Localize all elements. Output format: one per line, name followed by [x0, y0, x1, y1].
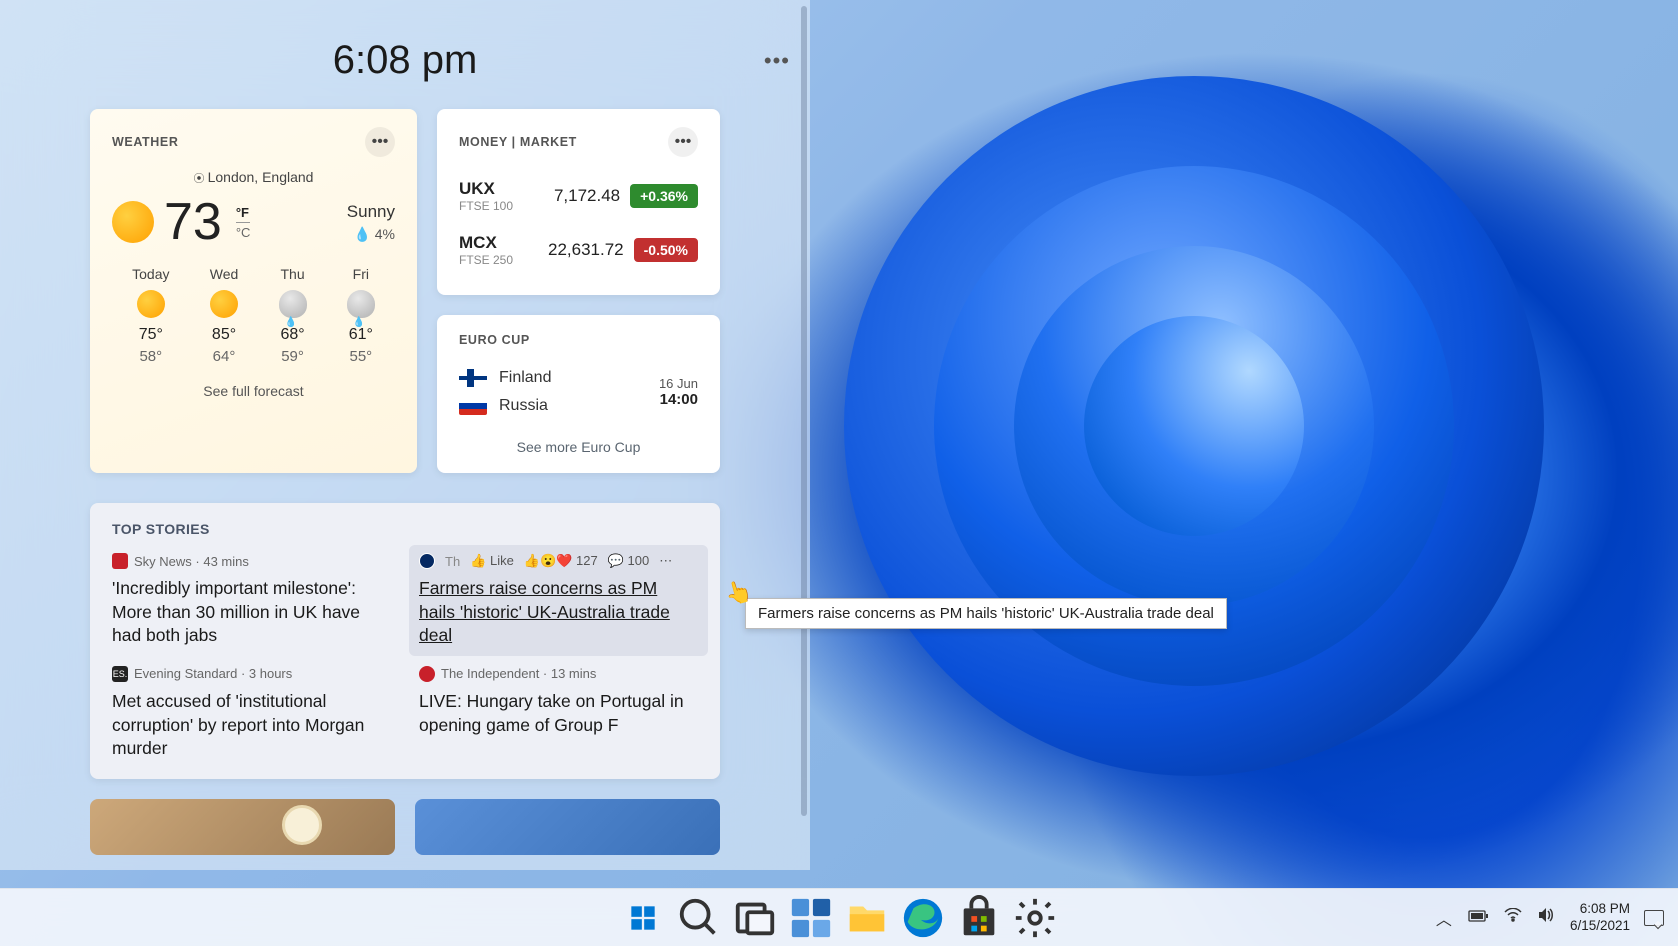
- notifications-button[interactable]: [1644, 910, 1664, 926]
- edge-button[interactable]: [900, 895, 946, 941]
- team-row: Russia: [459, 397, 551, 415]
- sun-icon: [137, 290, 165, 318]
- scrollbar[interactable]: [801, 6, 807, 816]
- weather-condition: Sunny 💧 4%: [347, 202, 395, 243]
- reactions-count[interactable]: 👍😮❤️ 127: [524, 553, 598, 569]
- store-button[interactable]: [956, 895, 1002, 941]
- search-button[interactable]: [676, 895, 722, 941]
- task-view-button[interactable]: [732, 895, 778, 941]
- temp-unit-toggle[interactable]: °F °C: [236, 205, 251, 240]
- money-widget[interactable]: MONEY | MARKET ••• UKXFTSE 100 7,172.48+…: [437, 109, 720, 295]
- panel-menu-button[interactable]: •••: [764, 48, 790, 74]
- rain-icon: [347, 290, 375, 318]
- flag-finland-icon: [459, 369, 487, 387]
- news-story[interactable]: Sky News · 43 mins'Incredibly important …: [112, 553, 391, 648]
- money-title: MONEY | MARKET: [459, 135, 577, 149]
- current-temp: 73: [164, 196, 222, 248]
- widgets-button[interactable]: [788, 895, 834, 941]
- start-button[interactable]: [620, 895, 666, 941]
- settings-button[interactable]: [1012, 895, 1058, 941]
- rain-icon: [279, 290, 307, 318]
- wifi-icon[interactable]: [1504, 908, 1522, 927]
- team-row: Finland: [459, 369, 551, 387]
- forecast-day[interactable]: Wed85°64°: [210, 266, 239, 365]
- full-forecast-link[interactable]: See full forecast: [112, 383, 395, 399]
- sun-icon: [112, 201, 154, 243]
- source-badge-icon: [419, 666, 435, 682]
- sports-title: EURO CUP: [459, 333, 530, 347]
- news-story[interactable]: The Independent · 13 minsLIVE: Hungary t…: [419, 666, 698, 761]
- story-headline: LIVE: Hungary take on Portugal in openin…: [419, 690, 698, 737]
- weather-more-button[interactable]: •••: [365, 127, 395, 157]
- source-badge-icon: [419, 553, 435, 569]
- weather-location: London, England: [112, 169, 395, 186]
- source-badge-icon: [112, 553, 128, 569]
- weather-widget[interactable]: WEATHER ••• London, England 73 °F °C Sun…: [90, 109, 417, 473]
- sun-icon: [210, 290, 238, 318]
- forecast-day[interactable]: Thu68°59°: [279, 266, 307, 365]
- source-badge-icon: ES.: [112, 666, 128, 682]
- file-explorer-button[interactable]: [844, 895, 890, 941]
- sports-more-link[interactable]: See more Euro Cup: [459, 439, 698, 455]
- news-story[interactable]: ES. Evening Standard · 3 hoursMet accuse…: [112, 666, 391, 761]
- top-stories-widget[interactable]: TOP STORIES Sky News · 43 mins'Incredibl…: [90, 503, 720, 779]
- taskbar: ︿ 6:08 PM 6/15/2021: [0, 888, 1678, 946]
- story-headline: Met accused of 'institutional corruption…: [112, 690, 391, 761]
- story-headline: 'Incredibly important milestone': More t…: [112, 577, 391, 648]
- match-time: 16 Jun 14:00: [659, 376, 698, 408]
- taskbar-clock[interactable]: 6:08 PM 6/15/2021: [1570, 901, 1630, 935]
- stock-row[interactable]: UKXFTSE 100 7,172.48+0.36%: [459, 169, 698, 223]
- like-button[interactable]: 👍 Like: [470, 553, 514, 569]
- weather-title: WEATHER: [112, 135, 178, 149]
- tray-chevron-icon[interactable]: ︿: [1436, 906, 1452, 930]
- news-story[interactable]: Th 👍 Like 👍😮❤️ 127 💬 100 ⋯ Farmers raise…: [409, 545, 708, 656]
- forecast-day[interactable]: Today75°58°: [132, 266, 169, 365]
- stock-row[interactable]: MCXFTSE 250 22,631.72-0.50%: [459, 223, 698, 277]
- panel-clock: 6:08 pm •••: [90, 38, 720, 83]
- story-more-button[interactable]: ⋯: [659, 553, 672, 569]
- comments-count[interactable]: 💬 100: [608, 553, 650, 569]
- forecast-day[interactable]: Fri61°55°: [347, 266, 375, 365]
- news-image-tile[interactable]: [90, 799, 395, 855]
- widgets-panel: 6:08 pm ••• WEATHER ••• London, England …: [0, 0, 810, 870]
- story-headline: Farmers raise concerns as PM hails 'hist…: [419, 577, 698, 648]
- battery-icon[interactable]: [1468, 909, 1488, 927]
- link-tooltip: Farmers raise concerns as PM hails 'hist…: [745, 598, 1227, 629]
- money-more-button[interactable]: •••: [668, 127, 698, 157]
- news-title: TOP STORIES: [112, 521, 698, 537]
- sports-widget[interactable]: EURO CUP Finland Russia 16 Jun 14:00 See…: [437, 315, 720, 473]
- flag-russia-icon: [459, 397, 487, 415]
- volume-icon[interactable]: [1538, 907, 1556, 928]
- news-image-tile[interactable]: [415, 799, 720, 855]
